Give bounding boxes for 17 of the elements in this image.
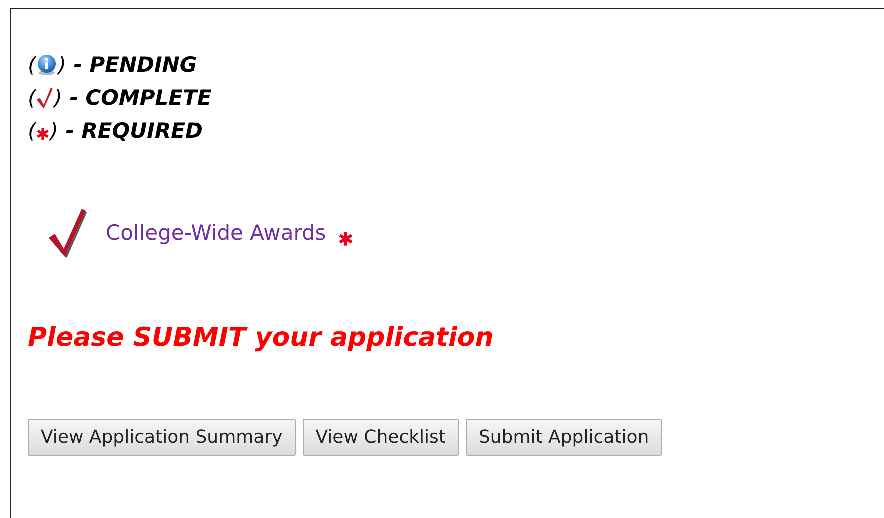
parenthesis: )	[50, 118, 58, 142]
submit-message: Please SUBMIT your application	[28, 323, 495, 353]
asterisk-icon	[36, 126, 50, 140]
action-button[interactable]: View Checklist	[302, 419, 459, 456]
legend-label: - REQUIRED	[64, 118, 203, 142]
award-link[interactable]: College-Wide Awards	[106, 221, 326, 245]
legend-label: - PENDING	[72, 52, 198, 76]
parenthesis: (	[28, 52, 36, 76]
info-icon	[36, 54, 58, 76]
parenthesis: )	[54, 86, 62, 110]
legend-label: - COMPLETE	[68, 86, 212, 110]
action-button[interactable]: View Application Summary	[28, 419, 296, 456]
parenthesis: (	[28, 86, 36, 110]
checkmark-icon	[36, 86, 54, 110]
parenthesis: (	[28, 118, 36, 142]
parenthesis: )	[58, 52, 66, 76]
action-button[interactable]: Submit Application	[466, 419, 662, 456]
